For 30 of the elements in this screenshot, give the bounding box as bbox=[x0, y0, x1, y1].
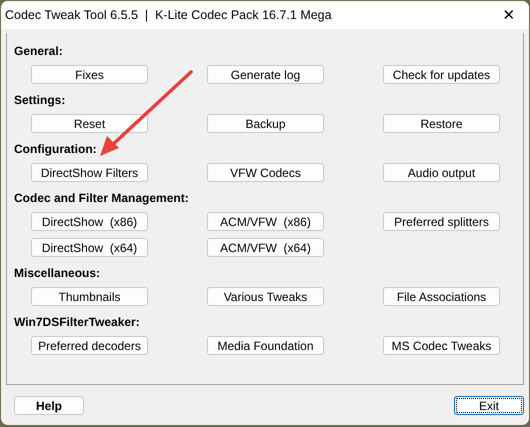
option-button[interactable]: Reset bbox=[31, 114, 148, 133]
exit-button[interactable]: Exit bbox=[454, 396, 524, 415]
section-heading: Configuration: bbox=[13, 141, 98, 157]
close-button[interactable]: ✕ bbox=[489, 6, 529, 24]
option-button[interactable]: Media Foundation bbox=[207, 336, 324, 355]
option-button[interactable]: Check for updates bbox=[383, 65, 500, 84]
option-button[interactable]: ACM/VFW (x64) bbox=[207, 238, 324, 257]
section-heading: Miscellaneous: bbox=[13, 265, 102, 281]
option-button[interactable]: Generate log bbox=[207, 65, 324, 84]
option-button[interactable]: Fixes bbox=[31, 65, 148, 84]
option-button[interactable]: DirectShow Filters bbox=[31, 163, 148, 182]
option-button[interactable]: MS Codec Tweaks bbox=[383, 336, 500, 355]
option-button[interactable]: Thumbnails bbox=[31, 287, 148, 306]
option-button[interactable]: DirectShow (x64) bbox=[31, 238, 148, 257]
option-button[interactable]: Preferred splitters bbox=[383, 212, 500, 231]
option-button[interactable]: ACM/VFW (x86) bbox=[207, 212, 324, 231]
help-button[interactable]: Help bbox=[14, 396, 84, 415]
section-heading: Codec and Filter Management: bbox=[13, 190, 190, 206]
section-heading: Win7DSFilterTweaker: bbox=[13, 314, 141, 330]
window-title: Codec Tweak Tool 6.5.5 | K-Lite Codec Pack 16.7.1 Mega bbox=[5, 8, 333, 22]
option-button[interactable]: Various Tweaks bbox=[207, 287, 324, 306]
option-button[interactable]: Restore bbox=[383, 114, 500, 133]
option-button[interactable]: DirectShow (x86) bbox=[31, 212, 148, 231]
option-button[interactable]: VFW Codecs bbox=[207, 163, 324, 182]
option-button[interactable]: File Associations bbox=[383, 287, 500, 306]
section-heading: General: bbox=[13, 43, 64, 59]
option-button[interactable]: Backup bbox=[207, 114, 324, 133]
section-heading: Settings: bbox=[13, 92, 66, 108]
option-button[interactable]: Preferred decoders bbox=[31, 336, 148, 355]
option-button[interactable]: Audio output bbox=[383, 163, 500, 182]
